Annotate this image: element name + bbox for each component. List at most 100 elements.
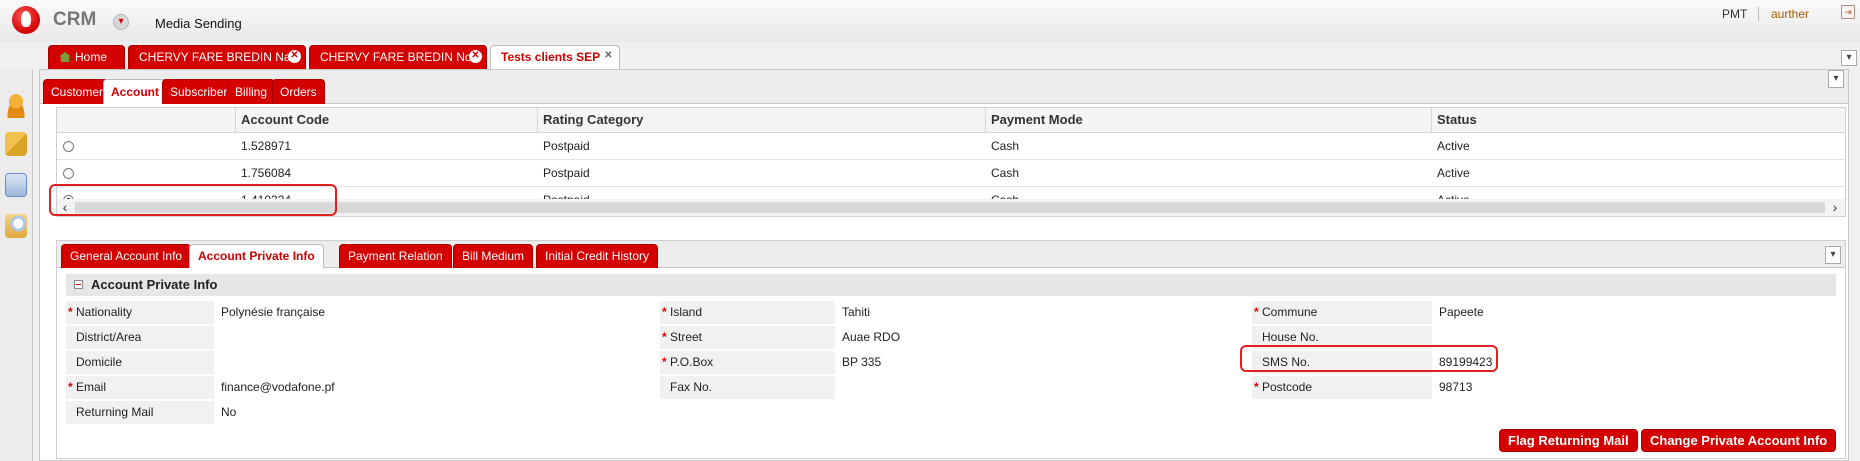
session-tab-bar: Home CHERVY FARE BREDIN Na ✕ CHERVY FARE… <box>0 42 1860 70</box>
scroll-right-arrow-icon[interactable]: › <box>1827 199 1843 216</box>
field-label-text: P.O.Box <box>670 355 714 369</box>
island-label: * Island <box>660 301 835 325</box>
required-marker: * <box>68 380 73 394</box>
username-link[interactable]: aurther <box>1771 7 1809 21</box>
field-label-text: Fax No. <box>670 380 713 394</box>
payment-mode-cell: Cash <box>991 166 1020 180</box>
field-label-text: House No. <box>1262 330 1319 344</box>
timezone-label: PMT <box>1722 7 1748 21</box>
session-tab-label: Home <box>75 50 108 64</box>
row-select-radio[interactable] <box>63 141 74 152</box>
close-tab-icon[interactable]: ✕ <box>288 50 301 63</box>
tab-initial-credit-history[interactable]: Initial Credit History <box>536 244 659 268</box>
tab-bill-medium[interactable]: Bill Medium <box>453 244 534 268</box>
field-label-text: Nationality <box>76 305 133 319</box>
app-menu-chevron-icon[interactable]: ▾ <box>113 14 129 30</box>
session-tab-customer-2[interactable]: CHERVY FARE BREDIN Noe ✕ <box>309 45 487 69</box>
status-cell: Active <box>1437 139 1470 153</box>
header-divider <box>1758 7 1759 21</box>
detail-collapse-chevron-icon[interactable]: ▾ <box>1825 246 1841 264</box>
tab-list-chevron-icon[interactable]: ▾ <box>1841 50 1857 66</box>
fax-value <box>838 376 1168 400</box>
account-detail-panel: General Account Info Account Private Inf… <box>56 240 1846 459</box>
nationality-value: Polynésie française <box>221 305 326 319</box>
session-tab-tests-clients[interactable]: Tests clients SEP ✕ <box>490 45 620 70</box>
rating-category-cell: Postpaid <box>543 166 590 180</box>
field-label-text: Domicile <box>76 355 123 369</box>
table-header-payment-mode[interactable]: Payment Mode <box>986 108 1432 133</box>
app-header: CRM ▾ Media Sending PMT aurther ⇥ <box>0 0 1860 42</box>
domicile-value <box>217 351 547 375</box>
selected-row-highlight <box>49 184 337 216</box>
row-select-radio[interactable] <box>63 168 74 179</box>
domicile-label: Domicile <box>66 351 214 375</box>
field-label-text: Postcode <box>1262 380 1313 394</box>
field-label-text: District/Area <box>76 330 142 344</box>
page-title: Media Sending <box>155 16 242 31</box>
section-collapse-icon[interactable] <box>74 280 83 289</box>
tab-orders[interactable]: Orders <box>272 79 325 104</box>
session-tab-label: Tests clients SEP <box>501 50 601 64</box>
billing-profile-icon[interactable] <box>5 173 27 197</box>
session-tab-customer-1[interactable]: CHERVY FARE BREDIN Na ✕ <box>128 45 306 69</box>
session-tab-home[interactable]: Home <box>48 45 125 69</box>
table-header-status[interactable]: Status <box>1432 108 1845 133</box>
logout-icon[interactable]: ⇥ <box>1841 5 1855 19</box>
search-customer-icon[interactable] <box>5 214 27 238</box>
close-tab-icon[interactable]: ✕ <box>469 50 482 63</box>
nationality-label: * Nationality <box>66 301 214 325</box>
street-value: Auae RDO <box>842 330 901 344</box>
table-header-select <box>57 108 236 133</box>
tab-billing[interactable]: Billing <box>227 79 276 104</box>
street-label: * Street <box>660 326 835 350</box>
required-marker: * <box>68 305 73 319</box>
table-row[interactable]: 1.528971 Postpaid Cash Active <box>57 133 1845 160</box>
accounts-icon[interactable] <box>5 132 27 156</box>
payment-mode-cell: Cash <box>991 139 1020 153</box>
required-marker: * <box>1254 305 1259 319</box>
island-value: Tahiti <box>842 305 871 319</box>
commune-value: Papeete <box>1439 305 1484 319</box>
tab-general-account-info[interactable]: General Account Info <box>61 244 192 268</box>
email-label: * Email <box>66 376 214 400</box>
left-sidebar <box>0 69 33 461</box>
district-label: District/Area <box>66 326 214 350</box>
table-row[interactable]: 1.756084 Postpaid Cash Active <box>57 160 1845 187</box>
field-label-text: Commune <box>1262 305 1318 319</box>
postcode-value: 98713 <box>1439 380 1473 394</box>
returning-mail-label: Returning Mail <box>66 401 214 425</box>
rating-category-cell: Postpaid <box>543 139 590 153</box>
flag-returning-mail-button[interactable]: Flag Returning Mail <box>1499 429 1638 452</box>
tab-account-private-info[interactable]: Account Private Info <box>189 244 324 268</box>
postcode-label: * Postcode <box>1252 376 1432 400</box>
section-header: Account Private Info <box>66 274 1836 296</box>
tab-subscriber[interactable]: Subscriber <box>162 79 236 104</box>
field-label-text: Street <box>670 330 703 344</box>
field-label-text: Email <box>76 380 107 394</box>
field-label-text: Island <box>670 305 703 319</box>
sms-no-highlight <box>1240 345 1498 372</box>
session-tab-label: CHERVY FARE BREDIN Noe <box>320 50 479 64</box>
change-private-account-info-button[interactable]: Change Private Account Info <box>1641 429 1837 452</box>
account-code-cell: 1.756084 <box>241 166 292 180</box>
app-name: CRM <box>53 9 97 30</box>
tab-payment-relation[interactable]: Payment Relation <box>339 244 452 268</box>
scrollbar-thumb[interactable] <box>75 202 1825 213</box>
fax-label: Fax No. <box>660 376 835 400</box>
table-header-account-code[interactable]: Account Code <box>236 108 538 133</box>
po-box-label: * P.O.Box <box>660 351 835 375</box>
close-tab-icon[interactable]: ✕ <box>602 50 615 63</box>
vodafone-logo-icon <box>12 6 40 34</box>
table-header-rating-category[interactable]: Rating Category <box>538 108 986 133</box>
home-icon <box>59 52 71 62</box>
po-box-value: BP 335 <box>842 355 882 369</box>
main-panel: Customer Account Subscriber Billing Orde… <box>39 69 1849 461</box>
field-label-text: Returning Mail <box>76 405 154 419</box>
customer-icon[interactable] <box>5 94 27 118</box>
status-cell: Active <box>1437 166 1470 180</box>
tab-account[interactable]: Account <box>103 79 167 104</box>
tab-customer[interactable]: Customer <box>43 79 112 104</box>
session-tab-label: CHERVY FARE BREDIN Na <box>139 50 291 64</box>
district-value <box>217 326 547 350</box>
main-collapse-chevron-icon[interactable]: ▾ <box>1828 70 1844 88</box>
